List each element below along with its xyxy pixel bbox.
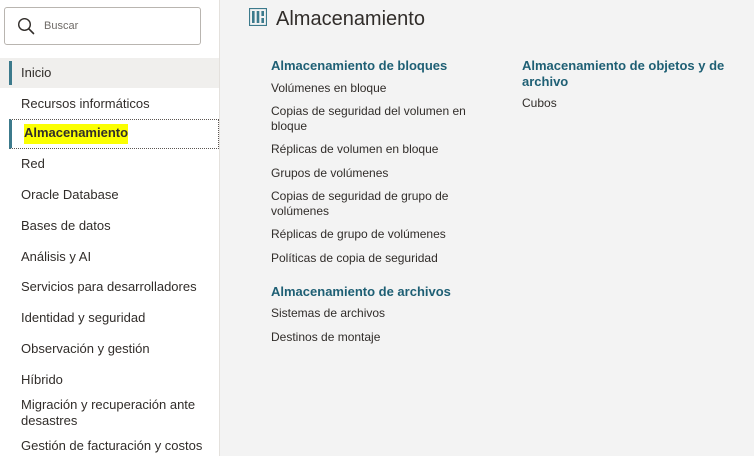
link-volume-groups[interactable]: Grupos de volúmenes [271, 166, 481, 181]
sidebar-item-label: Oracle Database [21, 187, 119, 202]
link-buckets[interactable]: Cubos [522, 96, 732, 111]
storage-icon [248, 7, 276, 31]
sidebar-item-label: Identidad y seguridad [21, 310, 146, 325]
sidebar-item-label: Inicio [21, 65, 52, 80]
sidebar-nav: Inicio Recursos informáticos Almacenamie… [0, 58, 220, 454]
sidebar-item-bases-de-datos[interactable]: Bases de datos [0, 218, 220, 234]
sidebar-item-observacion-y-gestion[interactable]: Observación y gestión [0, 341, 220, 357]
link-backup-policies[interactable]: Políticas de copia de seguridad [271, 251, 481, 266]
search-input[interactable] [44, 16, 184, 36]
page-header: Almacenamiento [248, 7, 425, 31]
page-title: Almacenamiento [276, 8, 425, 30]
sidebar-item-hibrido[interactable]: Híbrido [0, 372, 220, 388]
sidebar-item-almacenamiento[interactable]: Almacenamiento [9, 119, 219, 149]
link-block-volumes[interactable]: Volúmenes en bloque [271, 81, 481, 96]
sidebar-item-recursos-informaticos[interactable]: Recursos informáticos [0, 96, 220, 112]
sidebar-item-label: Recursos informáticos [21, 96, 150, 111]
sidebar-item-inicio[interactable]: Inicio [0, 58, 219, 88]
sidebar-item-label: Bases de datos [21, 218, 111, 233]
sidebar: Inicio Recursos informáticos Almacenamie… [0, 0, 220, 456]
search-box[interactable] [4, 7, 201, 45]
sidebar-item-label: Híbrido [21, 372, 63, 387]
sidebar-item-identidad-y-seguridad[interactable]: Identidad y seguridad [0, 310, 220, 326]
sidebar-item-analisis-y-ai[interactable]: Análisis y AI [0, 249, 220, 265]
sidebar-item-migracion[interactable]: Migración y recuperación ante desastres [0, 397, 220, 429]
sidebar-item-servicios-desarrolladores[interactable]: Servicios para desarrolladores [0, 279, 220, 295]
section-title-block-storage: Almacenamiento de bloques [271, 58, 448, 73]
search-icon[interactable] [11, 11, 41, 41]
link-block-volume-backups[interactable]: Copias de seguridad del volumen en bloqu… [271, 104, 481, 134]
sidebar-item-label: Gestión de facturación y costos [21, 438, 203, 453]
sidebar-item-label: Red [21, 156, 45, 171]
sidebar-item-label: Almacenamiento [24, 124, 129, 144]
sidebar-item-red[interactable]: Red [0, 156, 220, 172]
sidebar-item-label: Análisis y AI [21, 249, 92, 264]
sidebar-item-label: Migración y recuperación ante desastres [21, 397, 196, 428]
section-title-object-storage: Almacenamiento de objetos y de archivo [522, 58, 725, 89]
link-file-systems[interactable]: Sistemas de archivos [271, 306, 481, 321]
block-storage-section: Almacenamiento de bloques Volúmenes en b… [271, 58, 481, 345]
link-mount-targets[interactable]: Destinos de montaje [271, 330, 481, 345]
link-volume-group-backups[interactable]: Copias de seguridad de grupo de volúmene… [271, 189, 481, 219]
sidebar-item-oracle-database[interactable]: Oracle Database [0, 187, 220, 203]
link-volume-group-replicas[interactable]: Réplicas de grupo de volúmenes [271, 227, 481, 242]
link-block-volume-replicas[interactable]: Réplicas de volumen en bloque [271, 142, 481, 157]
section-title-file-storage: Almacenamiento de archivos [271, 284, 451, 299]
sidebar-item-label: Observación y gestión [21, 341, 150, 356]
sidebar-item-facturacion[interactable]: Gestión de facturación y costos [0, 438, 220, 454]
object-storage-section: Almacenamiento de objetos y de archivo C… [522, 58, 732, 111]
sidebar-item-label: Servicios para desarrolladores [21, 279, 197, 294]
